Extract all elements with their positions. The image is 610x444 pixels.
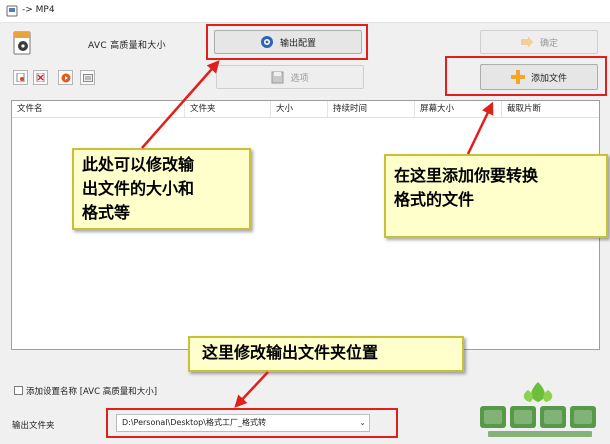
add-profile-name-checkbox[interactable] <box>14 386 23 395</box>
arrow-to-add-file <box>466 101 494 155</box>
add-profile-name-label: 添加设置名称 [AVC 高质量和大小] <box>26 387 158 397</box>
watermark-logo <box>480 382 596 437</box>
output-folder-value: D:\Personal\Desktop\格式工厂_格式转 <box>122 418 266 427</box>
arrow-to-output-folder <box>234 371 269 408</box>
arrow-to-output-config <box>141 60 220 149</box>
output-folder-label: 输出文件夹 <box>12 421 55 431</box>
chevron-down-icon[interactable]: ⌄ <box>359 415 366 431</box>
output-folder-select[interactable]: D:\Personal\Desktop\格式工厂_格式转 ⌄ <box>116 414 370 432</box>
